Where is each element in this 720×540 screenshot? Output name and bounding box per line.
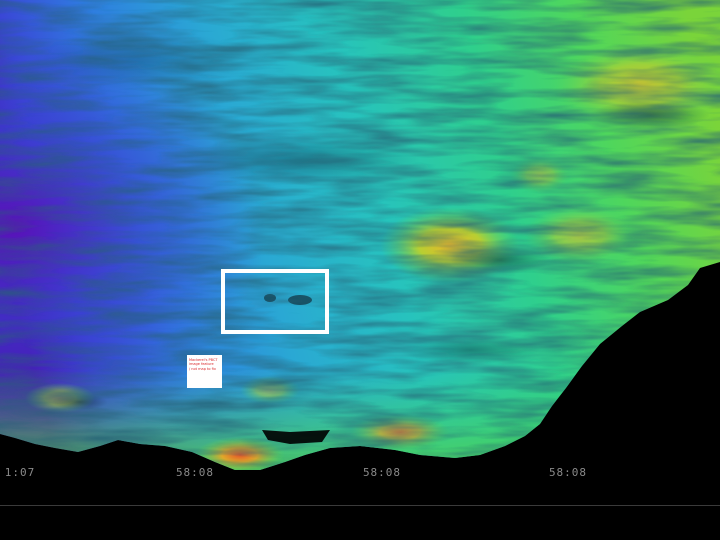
annotation-line-3: / not map to fix [189,366,216,371]
highlight-box[interactable] [221,269,329,334]
axis-tick-label: 1:07 [4,466,36,479]
axis-band: 1:07 58:08 58:08 58:08 [0,462,720,506]
bathymetry-terrain[interactable] [0,0,720,540]
terrain-surface [0,0,720,470]
map-view[interactable]: Mackerel's PBCT image feature / not map … [0,0,720,540]
axis-tick-label: 58:08 [175,466,215,479]
axis-tick-label: 58:08 [548,466,588,479]
annotation-label: Mackerel's PBCT image feature / not map … [187,355,222,388]
axis-tick-label: 58:08 [362,466,402,479]
divider [0,505,720,506]
